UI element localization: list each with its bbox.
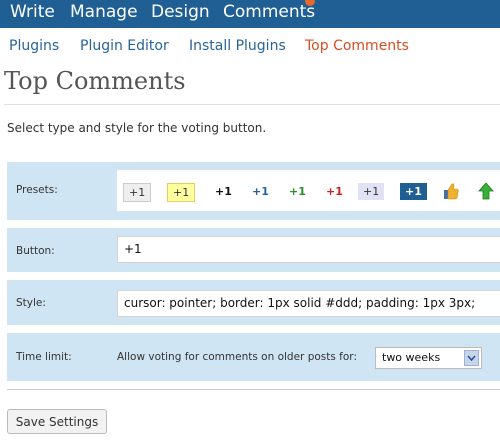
preset-blue-filled-option[interactable]: +1	[400, 183, 427, 200]
time-limit-label: Time limit:	[16, 351, 72, 363]
save-settings-button[interactable]: Save Settings	[7, 409, 107, 434]
time-limit-value: two weeks	[382, 351, 441, 364]
up-arrow-icon[interactable]	[478, 182, 494, 200]
menu-design[interactable]: Design	[151, 2, 210, 22]
preset-gray-option[interactable]: +1	[123, 183, 152, 202]
presets-list: +1 +1 +1 +1 +1 +1 +1 +1	[117, 170, 500, 211]
presets-row: Presets: +1 +1 +1 +1 +1 +1 +1 +1	[7, 162, 500, 220]
time-limit-select[interactable]: two weeks	[375, 347, 482, 369]
style-value: cursor: pointer; border: 1px solid #ddd;…	[124, 296, 476, 310]
button-row: Button: +1	[7, 228, 500, 272]
preset-red-option[interactable]: +1	[321, 183, 348, 200]
button-text-value: +1	[124, 242, 142, 256]
chevron-down-icon[interactable]	[464, 350, 479, 366]
preset-green-option[interactable]: +1	[284, 183, 311, 200]
style-input[interactable]: cursor: pointer; border: 1px solid #ddd;…	[117, 290, 500, 317]
preset-yellow-option[interactable]: +1	[167, 183, 196, 202]
menu-manage[interactable]: Manage	[70, 2, 138, 22]
preset-blue-option[interactable]: +1	[247, 183, 274, 200]
page-description: Select type and style for the voting but…	[7, 121, 267, 135]
preset-lavender-option[interactable]: +1	[358, 183, 385, 200]
title-divider	[4, 104, 500, 105]
menu-write[interactable]: Write	[10, 2, 55, 22]
button-label: Button:	[16, 245, 55, 257]
menu-comments[interactable]: Comments	[223, 2, 315, 22]
page-title: Top Comments	[4, 67, 186, 95]
style-row: Style: cursor: pointer; border: 1px soli…	[7, 280, 500, 325]
time-limit-description: Allow voting for comments on older posts…	[117, 351, 357, 363]
submenu-plugins[interactable]: Plugins	[9, 38, 59, 54]
form-divider	[7, 389, 500, 390]
presets-label: Presets:	[16, 184, 58, 196]
time-limit-row: Time limit: Allow voting for comments on…	[7, 333, 500, 381]
submenu: Plugins Plugin Editor Install Plugins To…	[0, 28, 500, 62]
submenu-install-plugins[interactable]: Install Plugins	[189, 38, 286, 54]
submenu-top-comments[interactable]: Top Comments	[305, 38, 409, 54]
admin-menu-bar: Write Manage Design Comments	[0, 0, 500, 28]
preset-black-option[interactable]: +1	[210, 183, 237, 200]
thumbs-up-icon[interactable]	[443, 182, 459, 200]
button-text-input[interactable]: +1	[117, 236, 500, 263]
style-label: Style:	[16, 297, 46, 309]
submenu-plugin-editor[interactable]: Plugin Editor	[80, 38, 169, 54]
